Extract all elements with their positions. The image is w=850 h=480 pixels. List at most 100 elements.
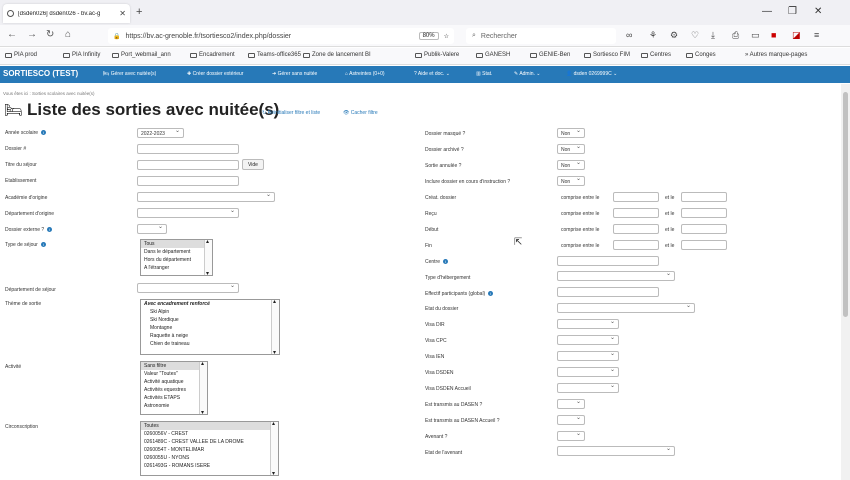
list-option[interactable]: 0260054T - MONTELIMAR [141, 446, 278, 454]
hebergement-select[interactable] [557, 270, 675, 281]
masque-select[interactable]: Non [557, 127, 585, 138]
visa-ien-select[interactable] [557, 350, 619, 361]
list-option[interactable]: Activités equestres [141, 386, 207, 394]
activite-list[interactable]: Sans filtre Valeur "Toutes" Activité aquat… [140, 361, 208, 415]
menu-gerer-avec-nuitee[interactable]: 🛏 Gérer avec nuitée(s) [103, 71, 156, 77]
menu-icon[interactable]: ≡ [814, 30, 819, 40]
extension-icon-2[interactable]: ⚘ [649, 30, 657, 41]
list-scrollbar[interactable] [204, 240, 212, 275]
list-option[interactable]: Montagne [141, 324, 279, 332]
debut-from-input[interactable] [613, 224, 659, 234]
theme-list[interactable]: Avec encadrement renforcé Ski Alpin Ski No… [140, 299, 280, 355]
extension-dark-red-icon[interactable]: ◪ [792, 30, 801, 41]
new-tab-icon[interactable]: + [136, 6, 142, 18]
academie-select[interactable] [137, 191, 275, 202]
bookmark-item[interactable]: Port_webmail_ann [112, 52, 171, 58]
bookmark-item[interactable]: PIA prod [5, 52, 37, 58]
list-scrollbar[interactable] [271, 300, 279, 354]
list-option[interactable]: Tous [141, 240, 212, 248]
list-option[interactable]: Chien de traineau [141, 340, 279, 348]
browser-tab[interactable]: [dsden026] dsden026 - bv.ac-g ✕ [3, 4, 130, 23]
bookmark-item[interactable]: Zone de lancement BI [303, 52, 371, 58]
info-icon[interactable]: i [47, 227, 53, 233]
minimize-icon[interactable]: — [762, 6, 772, 17]
fin-from-input[interactable] [613, 240, 659, 250]
bookmark-star-icon[interactable]: ☆ [444, 33, 449, 40]
fin-to-input[interactable] [681, 240, 727, 250]
info-icon[interactable]: i [488, 291, 494, 297]
debut-to-input[interactable] [681, 224, 727, 234]
bookmark-item[interactable]: Teams-office365 [248, 52, 301, 58]
info-icon[interactable]: i [443, 259, 449, 265]
page-scrollbar[interactable] [841, 84, 850, 480]
titre-input[interactable] [137, 160, 239, 170]
list-option[interactable]: Toutes [141, 422, 278, 430]
type-sejour-list[interactable]: Tous Dans le département Hors du départeme… [140, 239, 213, 276]
circonscription-list[interactable]: Toutes 0260056V - CREST 0261489C - CREST V… [140, 421, 279, 476]
menu-aide[interactable]: ? Aide et doc. ⌄ [414, 71, 450, 77]
info-icon[interactable]: i [40, 242, 46, 248]
close-tab-icon[interactable]: ✕ [119, 9, 126, 18]
home-icon[interactable]: ⌂ [65, 29, 71, 40]
list-option[interactable]: Dans le département [141, 248, 212, 256]
screenshot-icon[interactable]: ▭ [751, 30, 760, 41]
list-option[interactable]: Valeur "Toutes" [141, 370, 207, 378]
avenant-select[interactable] [557, 430, 585, 441]
menu-astreintes[interactable]: ⌂ Astreintes (0+0) [345, 71, 385, 77]
effectif-input[interactable] [557, 287, 659, 297]
url-bar[interactable]: 🔒 https://bv.ac-grenoble.fr/tsortiesco2/… [108, 28, 454, 44]
list-option[interactable]: Astronomie [141, 402, 207, 410]
list-option[interactable]: A l'étranger [141, 264, 212, 272]
list-option[interactable]: 0260056V - CREST [141, 430, 278, 438]
close-window-icon[interactable]: ✕ [814, 6, 822, 17]
bookmark-item[interactable]: Conges [686, 52, 716, 58]
list-scrollbar[interactable] [199, 362, 207, 414]
archive-select[interactable]: Non [557, 143, 585, 154]
menu-stat[interactable]: ▥ Stat. [476, 71, 492, 77]
creat-to-input[interactable] [681, 192, 727, 202]
menu-user[interactable]: 👤 dsden 0269999C ⌄ [566, 71, 617, 77]
info-icon[interactable]: i [41, 130, 47, 136]
extension-red-icon[interactable]: ■ [771, 30, 776, 40]
list-option[interactable]: 0260055U - NYONS [141, 454, 278, 462]
menu-creer-dossier[interactable]: ✚ Créer dossier extérieur [187, 71, 243, 77]
download-icon[interactable]: ⤓ [711, 30, 715, 41]
dept-origine-select[interactable] [137, 207, 239, 218]
bookmark-item[interactable]: GANESH [476, 52, 510, 58]
list-option[interactable]: Activités ETAPS [141, 394, 207, 402]
bookmark-item[interactable]: PIA Infinity [63, 52, 100, 58]
list-option[interactable]: Ski Nordique [141, 316, 279, 324]
bookmark-item[interactable]: Sortiesco FIM [584, 52, 630, 58]
etat-select[interactable] [557, 302, 695, 313]
scrollbar-thumb[interactable] [843, 92, 848, 317]
instruction-select[interactable]: Non [557, 175, 585, 186]
annee-select[interactable]: 2022-2023 [137, 127, 184, 138]
back-icon[interactable]: ← [7, 29, 17, 40]
pocket-icon[interactable]: ♡ [691, 30, 699, 41]
print-icon[interactable]: ⎙ [732, 30, 739, 41]
list-option[interactable]: 0261493G - ROMANS ISERE [141, 462, 278, 470]
etat-avenant-select[interactable] [557, 445, 675, 456]
visa-dsden-select[interactable] [557, 366, 619, 377]
menu-admin[interactable]: ✎ Admin. ⌄ [514, 71, 540, 77]
transmis-accueil-select[interactable] [557, 414, 585, 425]
zoom-level[interactable]: 80% [418, 32, 439, 40]
list-option[interactable]: Avec encadrement renforcé [141, 300, 279, 308]
search-input[interactable]: ⌕ Rechercher [466, 28, 616, 44]
reset-filter-link[interactable]: ↻ Réinitialiser filtre et liste [262, 110, 320, 116]
reload-icon[interactable]: ↻ [46, 29, 54, 40]
visa-cpc-select[interactable] [557, 334, 619, 345]
bookmark-item[interactable]: GENIE-Ben [530, 52, 570, 58]
bookmark-item[interactable]: Encadrement [190, 52, 235, 58]
vide-button[interactable]: Vide [242, 159, 264, 170]
dossier-input[interactable] [137, 144, 239, 154]
recu-from-input[interactable] [613, 208, 659, 218]
bookmark-item[interactable]: Publik-Valere [415, 52, 459, 58]
visa-dsden-accueil-select[interactable] [557, 382, 619, 393]
maximize-icon[interactable]: ❐ [788, 6, 797, 17]
recu-to-input[interactable] [681, 208, 727, 218]
transmis-select[interactable] [557, 398, 585, 409]
dossier-externe-select[interactable] [137, 223, 167, 234]
creat-from-input[interactable] [613, 192, 659, 202]
etablissement-input[interactable] [137, 176, 239, 186]
